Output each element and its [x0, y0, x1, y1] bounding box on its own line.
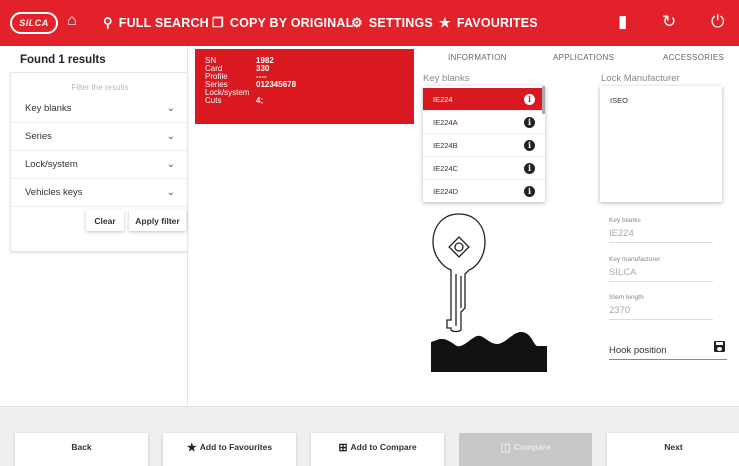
apply-filter-button[interactable]: Apply filter [129, 210, 186, 231]
chevron-down-icon: ⌄ [166, 103, 175, 114]
info-icon[interactable]: i [524, 93, 535, 105]
info-icon[interactable]: i [524, 185, 535, 197]
settings-button[interactable]: ⚙ SETTINGS [351, 15, 433, 31]
key-image [431, 213, 547, 372]
chevron-down-icon: ⌄ [166, 159, 175, 170]
back-button[interactable]: Back [15, 433, 148, 466]
filter-vehicles-keys[interactable]: Vehicles keys ⌄ [11, 179, 189, 207]
filter-lock-system[interactable]: Lock/system ⌄ [11, 151, 189, 179]
filter-label: Vehicles keys [25, 187, 83, 198]
home-icon[interactable]: ⌂ [67, 12, 77, 30]
full-search-label: FULL SEARCH [118, 16, 209, 30]
info-icon[interactable]: i [524, 162, 535, 174]
favourites-label: FAVOURITES [456, 16, 538, 30]
hook-position-field[interactable]: Hook position [609, 340, 727, 360]
info-icon[interactable]: i [524, 139, 535, 151]
left-panel: Found 1 results Filter the results Key b… [10, 46, 189, 406]
star-icon: ★ [186, 441, 197, 454]
filter-hint: Filter the results [71, 83, 129, 92]
key-blank-item[interactable]: IE224D i [423, 180, 545, 202]
add-to-compare-button[interactable]: ⊞ Add to Compare [311, 433, 444, 466]
copy-icon: ❐ [212, 15, 224, 30]
gear-icon: ⚙ [351, 15, 363, 30]
chevron-down-icon: ⌄ [166, 131, 175, 142]
key-blank-item[interactable]: IE224C i [423, 157, 545, 180]
favourites-button[interactable]: ★ FAVOURITES [439, 15, 538, 31]
result-row: Cuts 4; [205, 96, 264, 105]
chevron-down-icon: ⌄ [166, 187, 175, 198]
result-row: Lock/system [205, 88, 250, 97]
add-box-icon: ⊞ [338, 441, 348, 454]
top-bar: SILCA ⌂ ⚲ FULL SEARCH ❐ COPY BY ORIGINAL… [0, 0, 739, 46]
search-icon: ⚲ [103, 15, 113, 30]
key-blanks-list[interactable]: IE224 i IE224A i IE224B i IE224C i IE224… [423, 86, 545, 202]
tab-accessories[interactable]: ACCESSORIES [663, 53, 724, 62]
lock-manufacturer-item[interactable]: ISEO [610, 96, 712, 105]
clear-button[interactable]: Clear [86, 210, 124, 231]
lock-manufacturer-list[interactable]: ISEO [600, 86, 722, 202]
result-row: Profile ---- [205, 72, 267, 81]
save-icon[interactable] [714, 341, 725, 352]
filter-label: Lock/system [25, 159, 78, 170]
add-to-favourites-button[interactable]: ★ Add to Favourites [163, 433, 296, 466]
full-search-button[interactable]: ⚲ FULL SEARCH [103, 15, 209, 31]
stem-length-field: Stem length 2370 [609, 294, 713, 320]
key-manufacturer-field: Key manufacturer SILCA [609, 256, 713, 282]
silca-logo[interactable]: SILCA [10, 12, 58, 34]
tab-applications[interactable]: APPLICATIONS [553, 53, 614, 62]
key-blank-item[interactable]: IE224B i [423, 134, 545, 157]
result-card[interactable]: SN 1982 Card 330 Profile ---- Series 0123456… [195, 49, 414, 124]
result-row: SN 1982 [205, 56, 274, 65]
key-blanks-label: Key blanks [423, 73, 470, 84]
filter-label: Key blanks [25, 103, 72, 114]
key-blanks-field: Key blanks IE224 [609, 217, 713, 243]
sync-icon[interactable]: ↻ [662, 12, 676, 32]
lock-manufacturer-label: Lock Manufacturer [601, 73, 680, 84]
filter-series[interactable]: Series ⌄ [11, 123, 189, 151]
power-icon[interactable]: ⏻ [711, 12, 724, 32]
results-count: Found 1 results [20, 54, 106, 66]
compare-button[interactable]: ◫ Compare [459, 433, 592, 466]
filter-label: Series [25, 131, 52, 142]
compare-icon: ◫ [500, 441, 511, 454]
next-button[interactable]: Next [607, 433, 739, 466]
key-blank-item-selected[interactable]: IE224 i [423, 88, 545, 111]
scrollbar[interactable] [542, 86, 545, 114]
star-icon: ★ [439, 15, 451, 30]
settings-label: SETTINGS [368, 16, 433, 30]
bottom-bar: Back ★ Add to Favourites ⊞ Add to Compar… [0, 406, 739, 466]
key-blank-item[interactable]: IE224A i [423, 111, 545, 134]
copy-by-original-label: COPY BY ORIGINAL [229, 16, 354, 30]
result-row: Card 330 [205, 64, 270, 73]
filter-key-blanks[interactable]: Key blanks ⌄ [11, 95, 189, 123]
copy-by-original-button[interactable]: ❐ COPY BY ORIGINAL [212, 15, 353, 31]
tab-information[interactable]: INFORMATION [448, 53, 507, 62]
info-icon[interactable]: i [524, 116, 535, 128]
key-icon[interactable]: ▮ [618, 12, 627, 32]
